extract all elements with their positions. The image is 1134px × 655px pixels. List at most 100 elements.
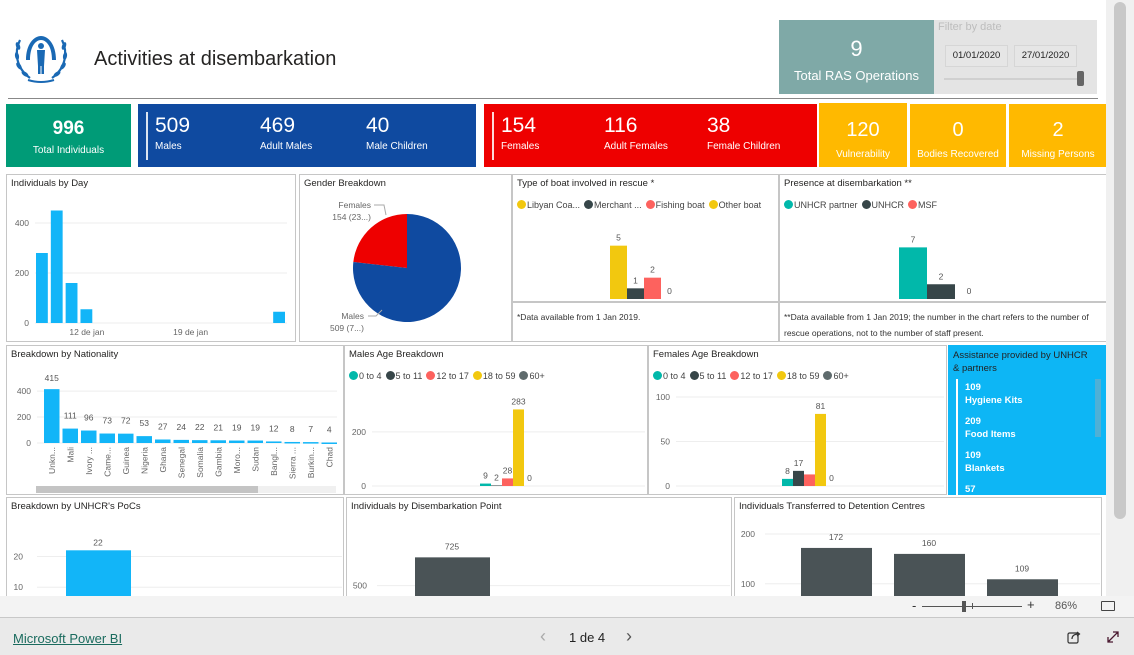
vertical-scrollbar[interactable]: [1106, 0, 1134, 596]
data-label: 22: [93, 537, 103, 547]
vertical-scrollbar-thumb[interactable]: [1114, 2, 1126, 519]
bar: [303, 442, 319, 444]
presence-panel: Presence at disembarkation ** UNHCR part…: [779, 174, 1106, 302]
females-value: 154: [501, 114, 537, 137]
fullscreen-icon-glyph: [1107, 631, 1119, 643]
total-individuals-label: Total Individuals: [32, 145, 105, 156]
bar: [627, 288, 644, 299]
bar: [81, 430, 97, 443]
data-label: 24: [177, 422, 187, 432]
data-label: 8: [290, 424, 295, 434]
assistance-item-value: 109: [965, 382, 981, 393]
gender-pie-chart: Females 154 (23...) Males 509 (7...): [330, 200, 461, 333]
data-label: 5: [616, 233, 621, 243]
assistance-item-value: 209: [965, 416, 981, 427]
prev-page-button[interactable]: ‹: [540, 626, 546, 647]
bar: [65, 283, 78, 323]
y-tick-label: 10: [14, 582, 24, 592]
next-page-button[interactable]: ›: [626, 626, 632, 647]
males-card: 509 Males 469 Adult Males 40 Male Childr…: [138, 104, 476, 167]
pie-label-males: Males: [341, 311, 364, 321]
page-indicator: 1 de 4: [569, 630, 606, 645]
y-tick-label: 400: [15, 218, 29, 228]
y-tick-label: 100: [741, 579, 755, 589]
power-bi-link[interactable]: Microsoft Power BI: [13, 631, 122, 646]
zoom-out-button[interactable]: -: [912, 598, 916, 613]
data-label: 4: [327, 424, 332, 434]
assistance-scrollbar[interactable]: [1095, 379, 1101, 437]
bar: [415, 557, 490, 596]
data-label: 725: [445, 541, 459, 551]
date-slider-handle[interactable]: [1077, 71, 1084, 86]
bar: [155, 439, 171, 443]
data-label: 27: [158, 421, 168, 431]
data-label: 21: [214, 422, 224, 432]
end-date-input[interactable]: 27/01/2020: [1014, 45, 1077, 67]
x-tick-label: Ivory ...: [84, 447, 94, 475]
vulnerability-card: 120 Vulnerability: [819, 103, 907, 167]
data-label: 7: [308, 424, 313, 434]
data-label: 19: [251, 423, 261, 433]
assistance-panel: Assistance provided by UNHCR & partners …: [948, 345, 1106, 495]
x-tick-label: Mali: [65, 447, 75, 463]
gender-breakdown-panel: Gender Breakdown Females 154 (23...) Males…: [299, 174, 512, 342]
data-label: 0: [667, 286, 672, 296]
boat-type-note: *Data available from 1 Jan 2019.: [517, 312, 641, 322]
nationality-scrollbar-thumb[interactable]: [36, 486, 258, 493]
y-tick-label: 200: [17, 412, 31, 422]
data-label: 28: [503, 465, 513, 475]
assistance-list: 109 Hygiene Kits 209 Food Items 109 Blan…: [965, 381, 1023, 496]
missing-persons-card: 2 Missing Persons: [1009, 104, 1106, 167]
report-canvas: Activities at disembarkation 9 Total RAS…: [0, 0, 1106, 596]
assistance-item-value: 109: [965, 450, 981, 461]
start-date-input[interactable]: 01/01/2020: [945, 45, 1008, 67]
missing-persons-label: Missing Persons: [1021, 149, 1095, 160]
bar: [321, 442, 337, 444]
share-icon[interactable]: [1067, 630, 1081, 644]
assistance-item-label: Hygiene Kits: [965, 395, 1023, 406]
presence-note-line-1: **Data available from 1 Jan 2019; the nu…: [784, 312, 1089, 322]
missing-persons-value: 2: [1052, 119, 1064, 141]
page-title: Activities at disembarkation: [94, 48, 337, 70]
individuals-by-day-chart: 0 200 400 12 de jan 19 de jan: [15, 210, 287, 337]
y-tick-label: 0: [24, 318, 29, 328]
bar: [782, 478, 793, 486]
bar: [99, 433, 115, 443]
fit-to-page-icon[interactable]: [1101, 601, 1115, 611]
presence-note-line-2: rescue operations, not to the number of …: [784, 328, 984, 338]
bar: [210, 440, 226, 443]
x-tick-label: Sierra ...: [287, 447, 297, 479]
data-label: 111: [64, 411, 77, 421]
data-label: 9: [483, 471, 488, 481]
assistance-accent-bar: [956, 379, 958, 495]
zoom-slider-handle[interactable]: [962, 601, 966, 612]
bar: [927, 284, 955, 299]
zoom-in-button[interactable]: +: [1027, 597, 1035, 612]
fullscreen-icon[interactable]: [1106, 630, 1120, 644]
y-tick-label: 200: [15, 268, 29, 278]
female-children-value: 38: [707, 114, 731, 137]
bar: [229, 440, 245, 443]
y-tick-label: 400: [17, 386, 31, 396]
detention-panel: Individuals Transferred to Detention Cen…: [734, 497, 1102, 596]
bar: [644, 277, 661, 299]
males-value: 509: [155, 114, 191, 137]
card-accent-bar: [146, 112, 148, 160]
pocs-panel: Breakdown by UNHCR's PoCs 10 20 22: [6, 497, 344, 596]
zoom-level: 86%: [1055, 600, 1078, 612]
data-label: 73: [103, 416, 113, 426]
data-label: 2: [494, 472, 499, 482]
bar: [36, 253, 48, 323]
boat-type-note-panel: *Data available from 1 Jan 2019.: [512, 302, 779, 342]
assistance-item-label: Blankets: [965, 463, 1005, 474]
date-filter-label: Filter by date: [938, 21, 1002, 33]
y-tick-label: 500: [353, 581, 367, 591]
pie-label-females: Females: [338, 200, 371, 210]
disembarkation-point-chart: 50072511349: [353, 541, 730, 596]
bar: [80, 309, 93, 323]
bar: [502, 478, 513, 486]
female-children-label: Female Children: [707, 141, 781, 152]
x-tick-label: 19 de jan: [173, 327, 208, 337]
bar: [173, 439, 189, 443]
date-slider-track[interactable]: [944, 78, 1080, 80]
